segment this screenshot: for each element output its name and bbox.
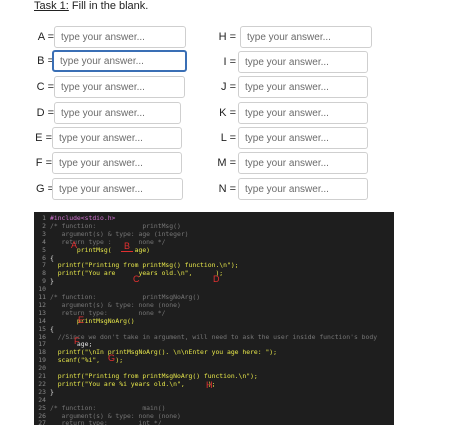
code-line-number: 11 <box>38 293 46 301</box>
code-line: /* function: main() <box>50 403 166 412</box>
code-line: argument(s) & type: none (none) <box>50 300 181 309</box>
label-e: E = <box>35 132 52 144</box>
answer-input-k[interactable]: type your answer... <box>238 102 368 124</box>
blank-marker-a: A <box>71 240 78 250</box>
code-line-number: 6 <box>42 253 46 262</box>
label-l: L = <box>220 132 236 144</box>
code-line: /* function: printMsgNoArg() <box>50 293 201 301</box>
code-screenshot: 1 #include<stdio.h> 2 /* function: printMsg… <box>34 212 394 425</box>
blank-marker-d: D <box>213 274 220 284</box>
answer-input-g[interactable]: type your answer... <box>52 178 183 200</box>
code-line: printf("You are %i years old.\n", ); <box>50 379 216 388</box>
answer-input-d[interactable]: type your answer... <box>54 102 181 124</box>
code-line-number: 12 <box>38 300 46 309</box>
code-line-number: 14 <box>38 316 46 325</box>
code-line: #include<stdio.h> <box>50 214 116 222</box>
label-i: I = <box>223 56 236 68</box>
code-line: printf("Printing from printMsg() functio… <box>50 261 239 270</box>
answer-input-l[interactable]: type your answer... <box>238 127 368 149</box>
code-line-number: 18 <box>38 348 46 357</box>
answer-input-j[interactable]: type your answer... <box>238 76 368 98</box>
blank-marker-g: G <box>108 353 116 363</box>
answer-input-e[interactable]: type your answer... <box>52 127 182 149</box>
answer-input-h[interactable]: type your answer... <box>240 26 372 48</box>
code-line-number: 27 <box>38 419 46 425</box>
code-line: return type : none */ <box>50 237 166 246</box>
label-c: C = <box>36 81 54 93</box>
code-line-number: 1 <box>42 214 46 222</box>
label-m: M = <box>217 157 236 169</box>
code-line-number: 21 <box>38 372 46 380</box>
answer-input-a[interactable]: type your answer... <box>54 26 186 48</box>
code-line-number: 13 <box>38 308 46 317</box>
code-line-number: 20 <box>38 364 46 373</box>
code-line: return type: int */ <box>50 419 162 425</box>
task-instruction: Fill in the blank. <box>71 0 149 12</box>
answer-input-n[interactable]: type your answer... <box>238 178 368 200</box>
code-line-number: 10 <box>38 285 46 294</box>
code-line-number: 4 <box>42 237 46 246</box>
answer-input-b[interactable]: type your answer... <box>52 50 187 72</box>
code-line-number: 9 <box>42 277 46 286</box>
code-line-number: 8 <box>42 269 46 278</box>
code-line-number: 3 <box>42 229 46 238</box>
code-line: argument(s) & type: age (integer) <box>50 229 189 238</box>
code-line: age; <box>50 340 93 349</box>
label-h: H = <box>218 31 236 43</box>
answer-input-c[interactable]: type your answer... <box>54 76 185 98</box>
code-line: argument(s) & type: none (none) <box>50 411 181 420</box>
code-line: return type: none */ <box>50 308 166 317</box>
label-d: D = <box>36 107 54 119</box>
code-line: //Since we don't take in argument, will … <box>50 332 378 341</box>
task-number: Task 1: <box>34 0 69 12</box>
code-line: /* function: printMsg() <box>50 221 181 230</box>
code-line-number: 17 <box>38 340 46 349</box>
code-line-number: 16 <box>38 332 46 341</box>
code-line-number: 24 <box>38 395 46 404</box>
code-line-number: 2 <box>42 221 46 230</box>
label-b: B = <box>37 55 54 67</box>
label-f: F = <box>35 157 52 169</box>
code-line: printf("Printing from printMsgNoArg() fu… <box>50 372 258 380</box>
blank-marker-b: B <box>121 241 134 252</box>
answer-input-f[interactable]: type your answer... <box>52 152 182 174</box>
code-line: { <box>50 324 54 333</box>
label-g: G = <box>35 183 54 195</box>
code-line-number: 22 <box>38 379 46 388</box>
code-line: printf("\nIn printMsgNoArg(). \n\nEnter … <box>50 348 278 357</box>
code-line: printMsgNoArg() <box>50 316 135 325</box>
code-line-number: 19 <box>38 356 46 365</box>
code-line: } <box>50 387 54 396</box>
code-line-number: 26 <box>38 411 46 420</box>
blank-marker-c: C <box>133 274 140 284</box>
code-line-number: 5 <box>42 245 46 254</box>
answer-input-i[interactable]: type your answer... <box>238 51 368 73</box>
code-line: printMsg( age) <box>50 245 151 254</box>
code-line-number: 15 <box>38 324 46 333</box>
label-k: K = <box>219 107 236 119</box>
blank-marker-h: H <box>206 380 213 390</box>
code-line: } <box>50 277 54 286</box>
label-j: J = <box>221 81 236 93</box>
code-line-number: 25 <box>38 403 46 412</box>
answer-input-m[interactable]: type your answer... <box>238 152 368 174</box>
code-line: { <box>50 253 54 262</box>
task-title: Task 1: Fill in the blank. <box>34 0 148 12</box>
code-line-number: 7 <box>42 261 46 270</box>
label-n: N = <box>218 183 236 195</box>
blank-marker-f: F <box>74 336 80 346</box>
code-line-number: 23 <box>38 387 46 396</box>
blank-marker-e: E <box>78 315 85 325</box>
label-a: A = <box>37 31 54 43</box>
